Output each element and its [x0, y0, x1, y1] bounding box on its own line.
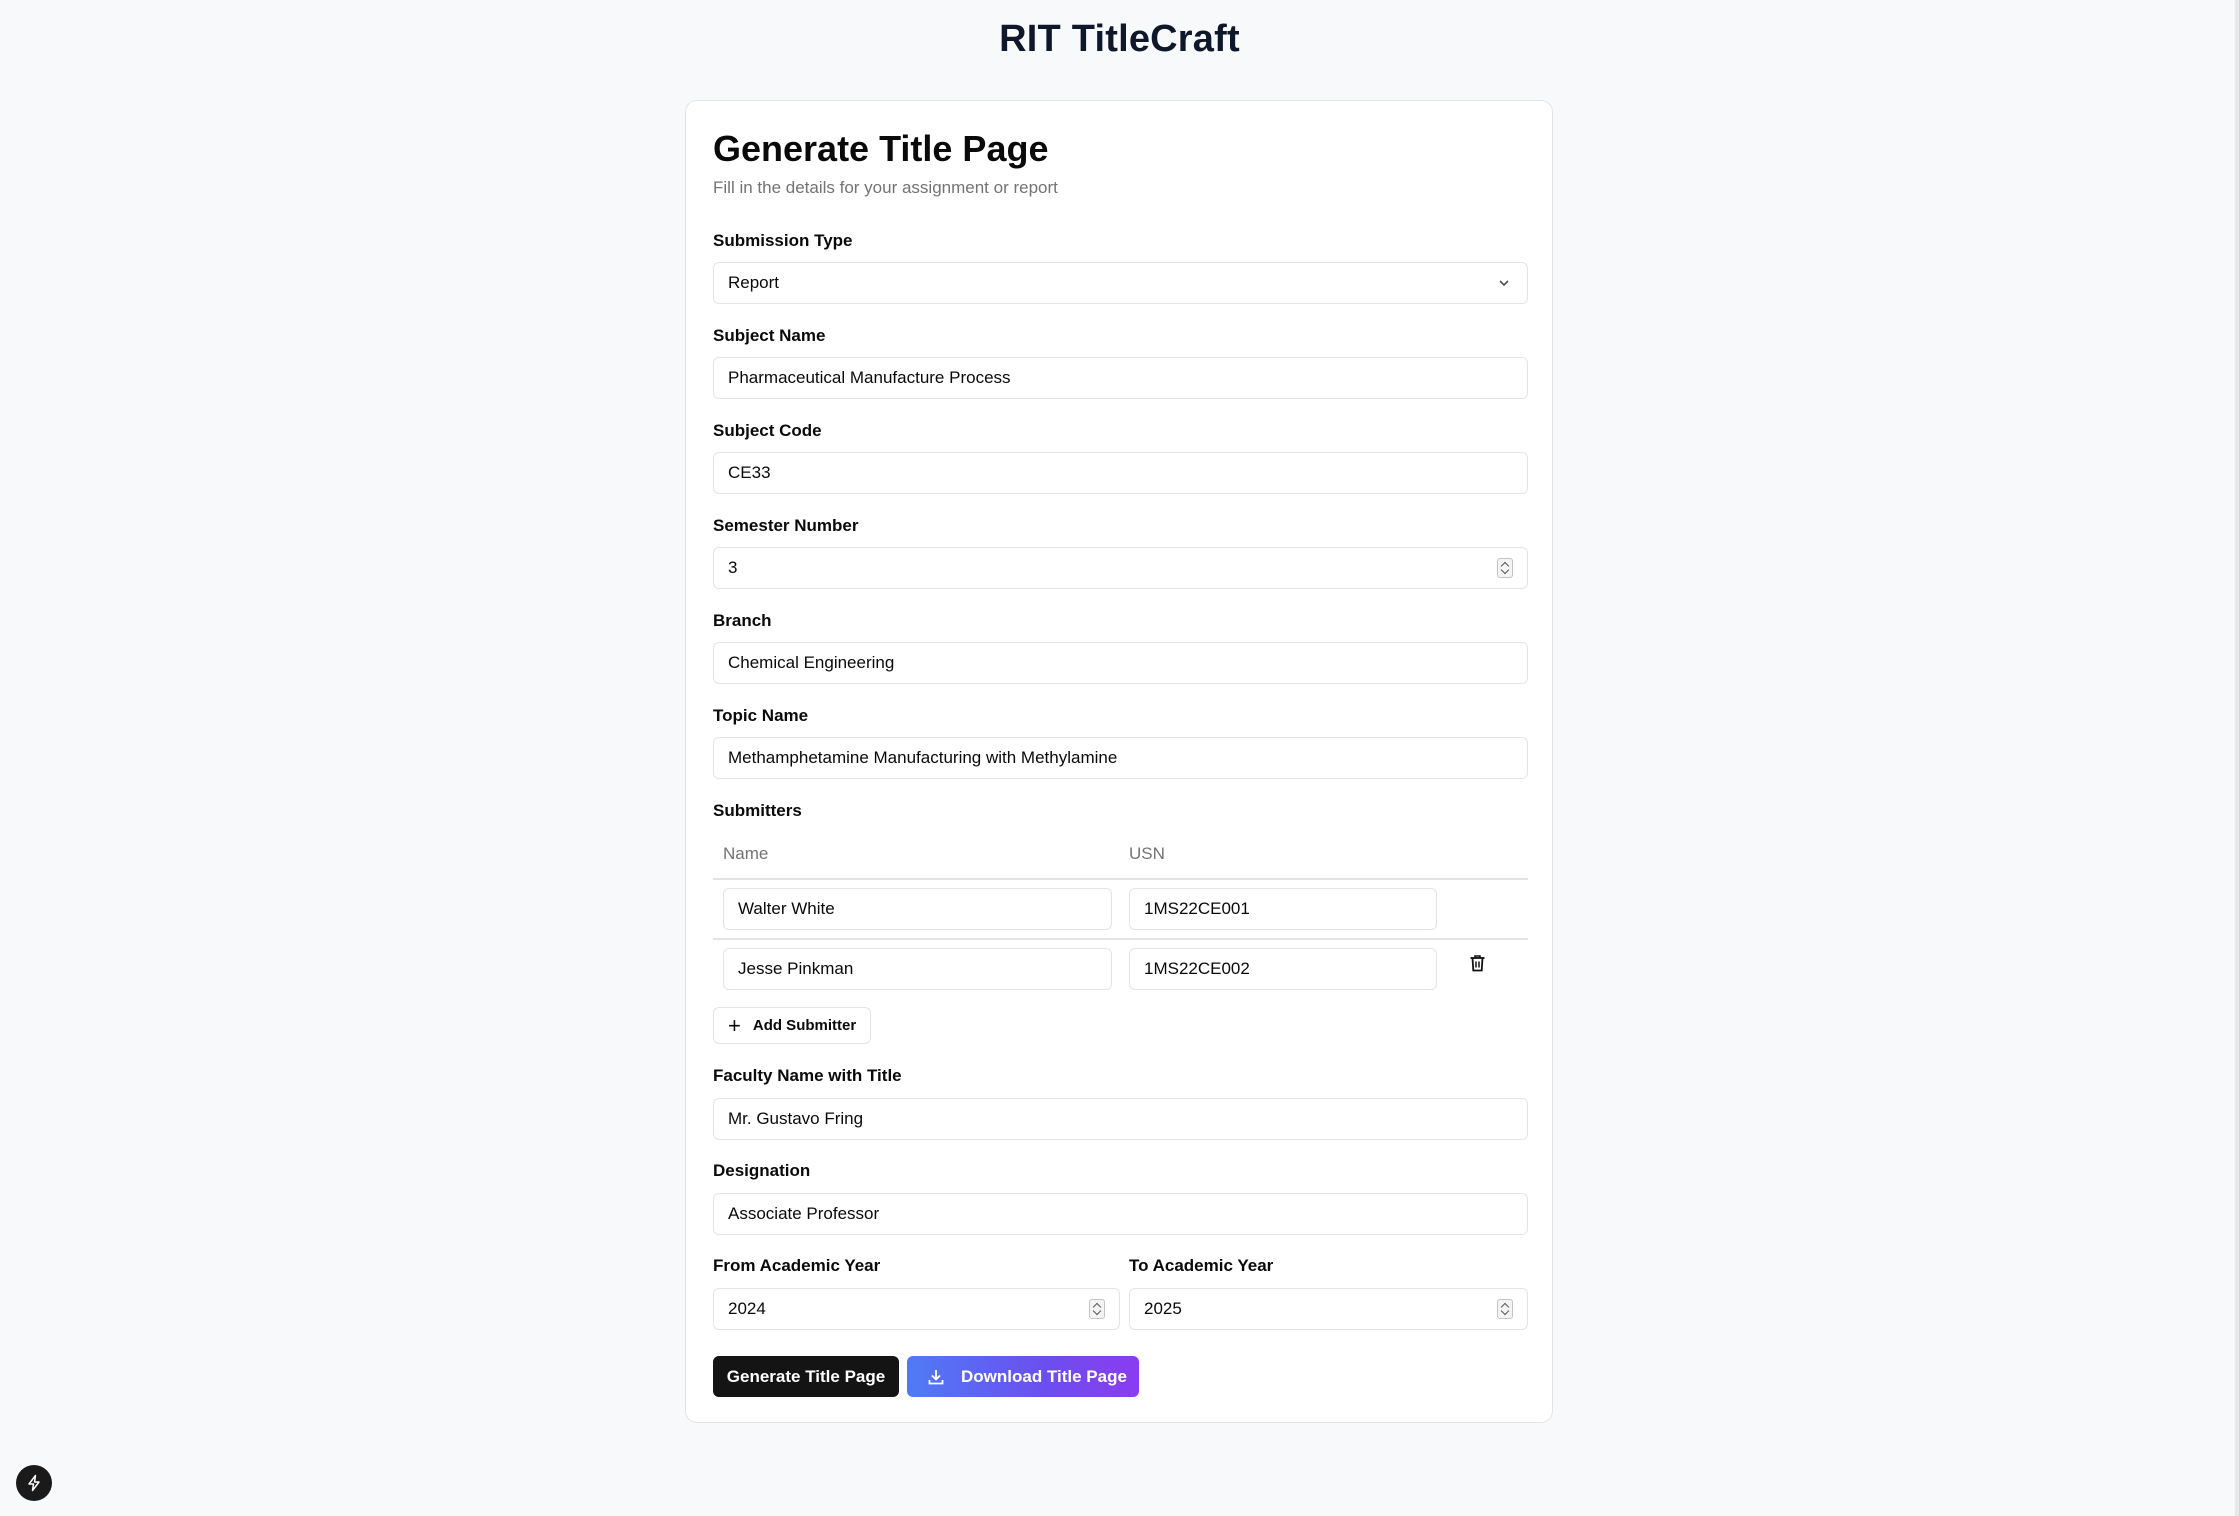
column-header-usn: USN — [1129, 844, 1165, 863]
download-label: Download Title Page — [961, 1366, 1127, 1386]
semester-number-label: Semester Number — [713, 516, 859, 535]
submitter-usn-input[interactable]: 1MS22CE001 — [1129, 888, 1437, 930]
designation-input[interactable]: Associate Professor — [713, 1193, 1528, 1235]
submitter-name-input[interactable]: Walter White — [723, 888, 1112, 930]
download-title-page-button[interactable]: Download Title Page — [907, 1356, 1139, 1397]
app-title: RIT TitleCraft — [999, 18, 1240, 60]
subject-name-input[interactable]: Pharmaceutical Manufacture Process — [713, 357, 1528, 399]
submitter-usn-input[interactable]: 1MS22CE002 — [1129, 948, 1437, 990]
column-header-name: Name — [723, 844, 769, 863]
bolt-icon[interactable] — [16, 1465, 52, 1501]
subject-name-label: Subject Name — [713, 326, 826, 345]
faculty-name-label: Faculty Name with Title — [713, 1066, 902, 1085]
trash-icon[interactable] — [1469, 954, 1486, 977]
chevron-down-icon — [1497, 263, 1511, 302]
to-year-label: To Academic Year — [1129, 1256, 1274, 1275]
table-divider — [713, 938, 1528, 940]
to-year-value: 2025 — [1144, 1299, 1182, 1318]
subject-code-label: Subject Code — [713, 421, 822, 440]
topic-name-input[interactable]: Methamphetamine Manufacturing with Methy… — [713, 737, 1528, 779]
subject-code-input[interactable]: CE33 — [713, 452, 1528, 494]
submission-type-select[interactable]: Report — [713, 262, 1528, 304]
semester-number-value: 3 — [728, 558, 738, 577]
stepper-icon[interactable] — [1497, 558, 1513, 578]
topic-name-label: Topic Name — [713, 706, 809, 725]
semester-number-input[interactable]: 3 — [713, 547, 1528, 589]
submitter-name-input[interactable]: Jesse Pinkman — [723, 948, 1112, 990]
stepper-icon[interactable] — [1089, 1299, 1105, 1319]
download-icon — [928, 1369, 944, 1384]
from-year-label: From Academic Year — [713, 1256, 881, 1275]
stepper-icon[interactable] — [1497, 1299, 1513, 1319]
faculty-name-input[interactable]: Mr. Gustavo Fring — [713, 1098, 1528, 1140]
from-year-input[interactable]: 2024 — [713, 1288, 1120, 1330]
submitters-label: Submitters — [713, 801, 802, 820]
add-submitter-button[interactable]: + Add Submitter — [713, 1007, 871, 1044]
from-year-value: 2024 — [728, 1299, 766, 1318]
designation-label: Designation — [713, 1161, 811, 1180]
title-page-form-card: Generate Title Page Fill in the details … — [685, 100, 1553, 1423]
branch-input[interactable]: Chemical Engineering — [713, 642, 1528, 684]
add-submitter-label: Add Submitter — [752, 1017, 857, 1034]
generate-title-page-button[interactable]: Generate Title Page — [713, 1356, 899, 1397]
submission-type-value: Report — [728, 273, 780, 292]
submission-type-label: Submission Type — [713, 231, 853, 250]
scrollbar[interactable] — [2235, 0, 2239, 1516]
form-title: Generate Title Page — [713, 128, 1049, 169]
form-subtitle: Fill in the details for your assignment … — [713, 178, 1058, 197]
to-year-input[interactable]: 2025 — [1129, 1288, 1528, 1330]
table-divider — [713, 878, 1528, 880]
branch-label: Branch — [713, 611, 772, 630]
plus-icon: + — [728, 1012, 741, 1038]
